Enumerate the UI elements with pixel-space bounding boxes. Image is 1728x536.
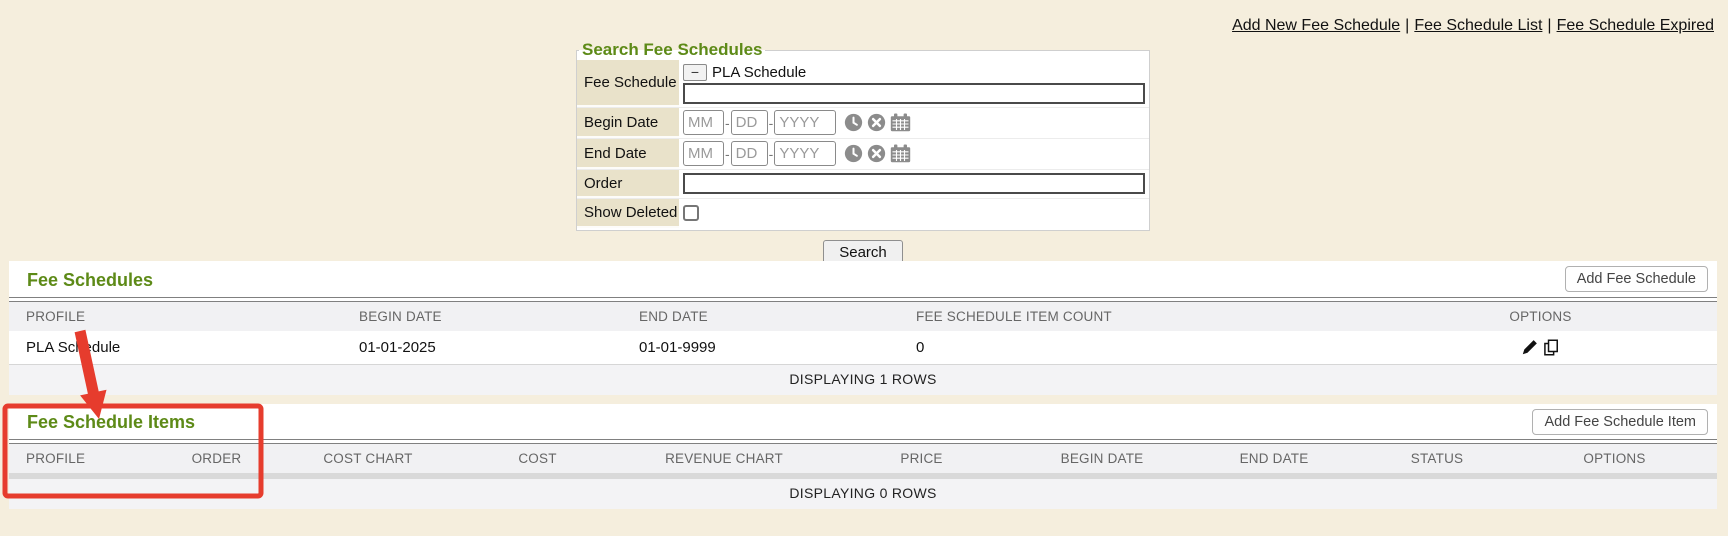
fee-schedule-items-title: Fee Schedule Items xyxy=(27,412,195,432)
order-label: Order xyxy=(577,170,679,198)
clear-date-icon[interactable] xyxy=(867,113,886,132)
fee-schedules-section: Fee Schedules Add Fee Schedule PROFILE B… xyxy=(9,261,1717,395)
clock-icon[interactable] xyxy=(844,113,863,132)
end-date-mm-input[interactable] xyxy=(683,141,724,166)
date-dash: - xyxy=(725,115,730,131)
end-date-yyyy-input[interactable] xyxy=(774,141,836,166)
col-cost-chart: COST CHART xyxy=(284,444,452,473)
begin-date-dd-input[interactable] xyxy=(731,110,768,135)
col-begin-date: BEGIN DATE xyxy=(342,302,622,331)
fee-schedule-items-section: Fee Schedule Items Add Fee Schedule Item… xyxy=(9,404,1717,509)
link-fee-schedule-list[interactable]: Fee Schedule List xyxy=(1414,17,1542,34)
copy-icon[interactable] xyxy=(1543,339,1560,356)
date-dash: - xyxy=(725,146,730,162)
begin-date-yyyy-input[interactable] xyxy=(774,110,836,135)
tree-collapse-icon[interactable]: − xyxy=(683,64,707,81)
end-date-dd-input[interactable] xyxy=(731,141,768,166)
col-profile: PROFILE xyxy=(9,444,149,473)
col-options: OPTIONS xyxy=(1512,444,1717,473)
fee-schedule-items-header-row: PROFILE ORDER COST CHART COST REVENUE CH… xyxy=(9,444,1717,473)
begin-date-label: Begin Date xyxy=(577,108,679,138)
nav-separator: | xyxy=(1542,17,1556,34)
col-order: ORDER xyxy=(149,444,284,473)
search-panel-title: Search Fee Schedules xyxy=(579,40,765,60)
tree-item-pla-schedule[interactable]: PLA Schedule xyxy=(712,64,806,81)
top-nav: Add New Fee Schedule|Fee Schedule List|F… xyxy=(1232,17,1714,35)
date-dash: - xyxy=(769,146,774,162)
date-dash: - xyxy=(769,115,774,131)
end-date-label: End Date xyxy=(577,139,679,169)
fee-schedules-header-row: PROFILE BEGIN DATE END DATE FEE SCHEDULE… xyxy=(9,302,1717,331)
order-input[interactable] xyxy=(683,173,1145,194)
fee-schedules-row-count: DISPLAYING 1 ROWS xyxy=(9,364,1717,395)
calendar-icon[interactable] xyxy=(890,113,911,132)
fee-schedule-items-row-count: DISPLAYING 0 ROWS xyxy=(9,479,1717,509)
add-fee-schedule-item-button[interactable]: Add Fee Schedule Item xyxy=(1532,409,1708,435)
cell-end-date: 01-01-9999 xyxy=(622,331,899,364)
fee-schedules-title: Fee Schedules xyxy=(27,270,153,290)
col-end-date: END DATE xyxy=(622,302,899,331)
clear-date-icon[interactable] xyxy=(867,144,886,163)
table-row: PLA Schedule 01-01-2025 01-01-9999 0 xyxy=(9,331,1717,364)
order-row: Order xyxy=(577,170,1149,199)
cell-begin-date: 01-01-2025 xyxy=(342,331,622,364)
search-panel: Search Fee Schedules Fee Schedule − PLA … xyxy=(576,40,1150,231)
fee-schedule-row: Fee Schedule − PLA Schedule xyxy=(577,60,1149,108)
col-item-count: FEE SCHEDULE ITEM COUNT xyxy=(899,302,1364,331)
end-date-row: End Date - - xyxy=(577,139,1149,170)
cell-item-count: 0 xyxy=(899,331,1364,364)
link-fee-schedule-expired[interactable]: Fee Schedule Expired xyxy=(1557,17,1714,34)
fee-schedule-input[interactable] xyxy=(683,83,1145,104)
clock-icon[interactable] xyxy=(844,144,863,163)
col-status: STATUS xyxy=(1362,444,1512,473)
fee-schedule-page: Add New Fee Schedule|Fee Schedule List|F… xyxy=(0,0,1728,536)
link-add-new-fee-schedule[interactable]: Add New Fee Schedule xyxy=(1232,17,1400,34)
edit-pencil-icon[interactable] xyxy=(1521,339,1538,356)
cell-profile: PLA Schedule xyxy=(9,331,342,364)
col-profile: PROFILE xyxy=(9,302,342,331)
calendar-icon[interactable] xyxy=(890,144,911,163)
fee-schedule-label: Fee Schedule xyxy=(577,60,679,107)
begin-date-row: Begin Date - - xyxy=(577,108,1149,139)
show-deleted-checkbox[interactable] xyxy=(683,205,699,221)
col-options: OPTIONS xyxy=(1364,302,1717,331)
col-price: PRICE xyxy=(825,444,1018,473)
add-fee-schedule-button[interactable]: Add Fee Schedule xyxy=(1565,266,1708,292)
col-cost: COST xyxy=(452,444,623,473)
show-deleted-row: Show Deleted xyxy=(577,199,1149,228)
col-begin-date: BEGIN DATE xyxy=(1018,444,1186,473)
col-end-date: END DATE xyxy=(1186,444,1362,473)
col-revenue-chart: REVENUE CHART xyxy=(623,444,825,473)
show-deleted-label: Show Deleted xyxy=(577,199,679,228)
nav-separator: | xyxy=(1400,17,1414,34)
begin-date-mm-input[interactable] xyxy=(683,110,724,135)
